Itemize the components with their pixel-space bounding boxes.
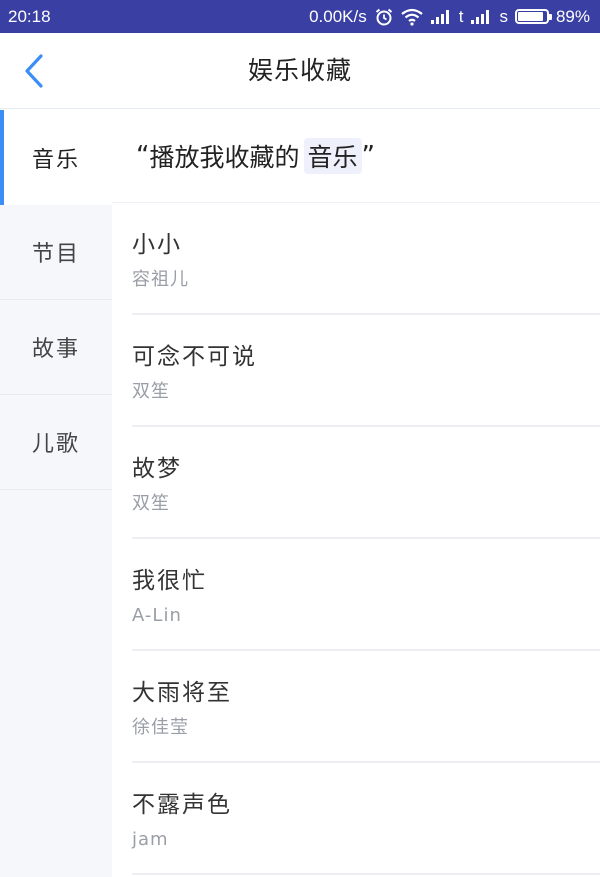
song-list-item[interactable]: 故梦 双笙 xyxy=(112,427,600,539)
tab-nursery-rhymes[interactable]: 儿歌 xyxy=(0,395,112,490)
carrier-2: s xyxy=(499,6,508,26)
song-list-item[interactable]: 小小 容祖儿 xyxy=(112,203,600,315)
song-title: 小小 xyxy=(132,232,182,258)
status-bar: 20:18 0.00K/s t s 89% xyxy=(0,0,600,33)
song-artist: 双笙 xyxy=(132,493,170,514)
carrier-1: t xyxy=(458,6,464,26)
category-sidebar: 音乐 节目 故事 儿歌 xyxy=(0,110,112,877)
page-title: 娱乐收藏 xyxy=(247,56,352,85)
song-title: 不露声色 xyxy=(132,792,232,818)
status-icons: 0.00K/s t s 89% xyxy=(309,7,590,27)
tab-label: 节目 xyxy=(31,242,80,267)
song-artist: 双笙 xyxy=(132,381,170,402)
tab-stories[interactable]: 故事 xyxy=(0,300,112,395)
song-artist: 容祖儿 xyxy=(132,269,189,290)
song-list: 小小 容祖儿 可念不可说 双笙 故梦 双笙 我很忙 A-Lin 大雨将至 徐佳莹… xyxy=(112,203,600,877)
open-quote: “ xyxy=(136,141,150,171)
tab-music[interactable]: 音乐 xyxy=(0,110,112,205)
battery-icon xyxy=(514,9,552,24)
alarm-icon xyxy=(374,7,394,27)
song-artist: A-Lin xyxy=(132,605,182,626)
song-title: 故梦 xyxy=(132,456,182,482)
tab-programs[interactable]: 节目 xyxy=(0,205,112,300)
song-list-item[interactable]: 可念不可说 双笙 xyxy=(112,315,600,427)
signal-icon-2 xyxy=(470,9,492,25)
tab-label: 儿歌 xyxy=(31,432,80,457)
song-list-item[interactable]: 不露声色 jam xyxy=(112,763,600,875)
tab-label: 音乐 xyxy=(31,147,80,173)
signal-icon-1 xyxy=(430,9,452,25)
song-artist: jam xyxy=(132,829,169,850)
song-title: 可念不可说 xyxy=(132,344,257,370)
close-quote: ” xyxy=(361,141,375,171)
status-time: 20:18 xyxy=(8,6,51,26)
phrase-prefix: 播放我收藏的 xyxy=(149,143,300,172)
song-list-item[interactable]: 我很忙 A-Lin xyxy=(112,539,600,651)
song-artist: 徐佳莹 xyxy=(132,717,189,738)
wifi-icon xyxy=(401,8,423,26)
song-title: 我很忙 xyxy=(132,568,207,594)
tab-label: 故事 xyxy=(31,337,80,362)
battery-percent: 89% xyxy=(555,6,590,26)
back-button[interactable] xyxy=(14,51,54,91)
song-title: 大雨将至 xyxy=(132,680,232,706)
chevron-left-icon xyxy=(25,54,43,88)
phrase-keyword: 音乐 xyxy=(303,138,362,174)
song-list-item[interactable]: 大雨将至 徐佳莹 xyxy=(112,651,600,763)
voice-command-hint: “ 播放我收藏的 音乐 ” xyxy=(112,110,600,203)
network-speed: 0.00K/s xyxy=(309,6,367,26)
header: 娱乐收藏 xyxy=(0,33,600,109)
